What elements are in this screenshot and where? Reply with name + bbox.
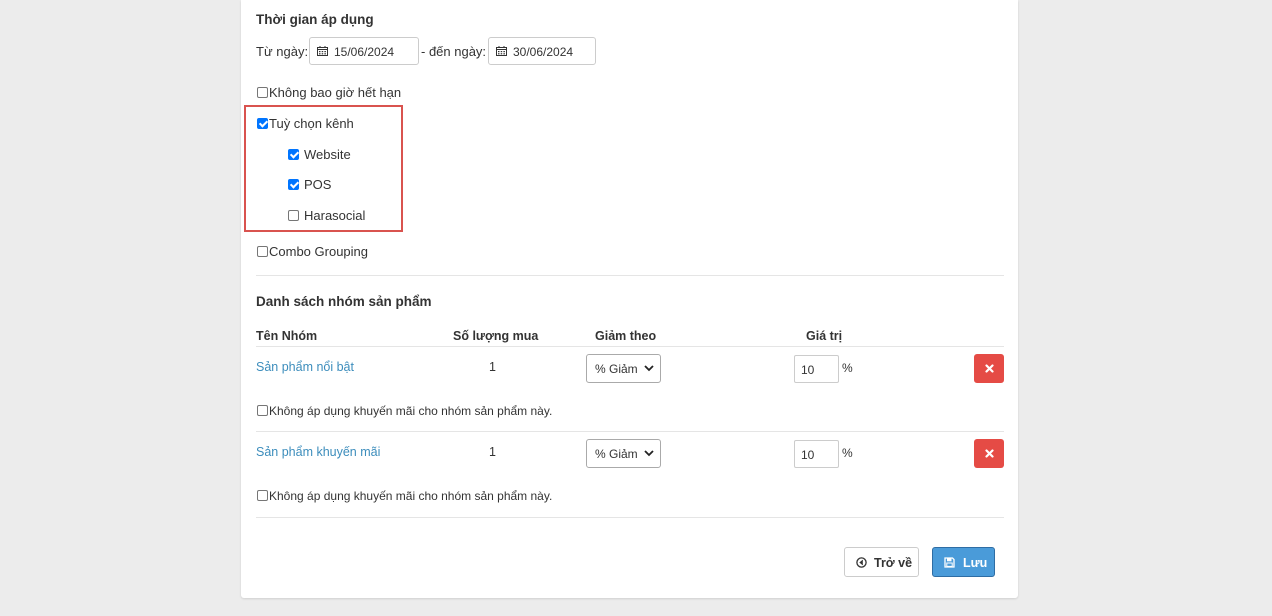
discount-value: 10 [801, 448, 815, 462]
discount-type-value: % Giảm [595, 362, 638, 376]
discount-value-input[interactable]: 10 [794, 440, 839, 468]
group-name-link[interactable]: Sản phẩm nổi bật [256, 360, 354, 374]
percent-unit: % [842, 446, 853, 460]
delete-group-button[interactable] [974, 439, 1004, 468]
combo-grouping-label: Combo Grouping [269, 244, 368, 259]
column-header-discount-type: Giảm theo [595, 329, 657, 343]
chevron-down-icon [644, 450, 654, 457]
back-button-label: Trở về [874, 556, 913, 570]
calendar-icon [317, 46, 328, 56]
close-icon [984, 449, 994, 458]
channel-website-checkbox[interactable] [288, 149, 299, 160]
discount-type-select[interactable]: % Giảm [586, 354, 661, 383]
column-header-value: Giá trị [806, 329, 843, 343]
channel-option-checkbox[interactable] [257, 118, 268, 129]
from-date-input[interactable]: 15/06/2024 [309, 37, 419, 65]
group-quantity: 1 [489, 445, 496, 459]
floppy-disk-icon [944, 557, 955, 568]
time-section-title: Thời gian áp dụng [256, 12, 374, 27]
back-button[interactable]: Trở về [844, 547, 919, 577]
channel-harasocial-checkbox[interactable] [288, 210, 299, 221]
from-date-label: Từ ngày: [256, 44, 309, 59]
divider [256, 346, 1004, 347]
divider [256, 431, 1004, 432]
channel-harasocial-label: Harasocial [304, 208, 366, 223]
close-icon [984, 364, 994, 373]
back-circle-icon [856, 557, 867, 568]
delete-group-button[interactable] [974, 354, 1004, 383]
channel-pos-checkbox[interactable] [288, 179, 299, 190]
save-button-label: Lưu [963, 556, 988, 570]
divider [256, 517, 1004, 518]
to-date-input[interactable]: 30/06/2024 [488, 37, 596, 65]
group-name-link[interactable]: Sản phẩm khuyến mãi [256, 445, 380, 459]
discount-type-value: % Giảm [595, 447, 638, 461]
to-date-label: - đến ngày: [421, 44, 487, 59]
exclude-group-label: Không áp dụng khuyến mãi cho nhóm sản ph… [269, 489, 553, 503]
channel-option-label: Tuỳ chọn kênh [269, 116, 354, 131]
chevron-down-icon [644, 365, 654, 372]
percent-unit: % [842, 361, 853, 375]
column-header-name: Tên Nhóm [256, 329, 318, 343]
exclude-group-label: Không áp dụng khuyến mãi cho nhóm sản ph… [269, 404, 553, 418]
column-header-quantity: Số lượng mua [453, 329, 539, 343]
divider [256, 275, 1004, 276]
group-section-title: Danh sách nhóm sản phẩm [256, 294, 432, 309]
never-expire-label: Không bao giờ hết hạn [269, 85, 402, 100]
from-date-value: 15/06/2024 [334, 45, 395, 59]
group-quantity: 1 [489, 360, 496, 374]
discount-value-input[interactable]: 10 [794, 355, 839, 383]
exclude-group-checkbox[interactable] [257, 405, 268, 416]
discount-type-select[interactable]: % Giảm [586, 439, 661, 468]
save-button[interactable]: Lưu [932, 547, 995, 577]
channel-pos-label: POS [304, 177, 332, 192]
discount-value: 10 [801, 363, 815, 377]
calendar-icon [496, 46, 507, 56]
channel-website-label: Website [304, 147, 351, 162]
exclude-group-checkbox[interactable] [257, 490, 268, 501]
never-expire-checkbox[interactable] [257, 87, 268, 98]
to-date-value: 30/06/2024 [513, 45, 574, 59]
combo-grouping-checkbox[interactable] [257, 246, 268, 257]
